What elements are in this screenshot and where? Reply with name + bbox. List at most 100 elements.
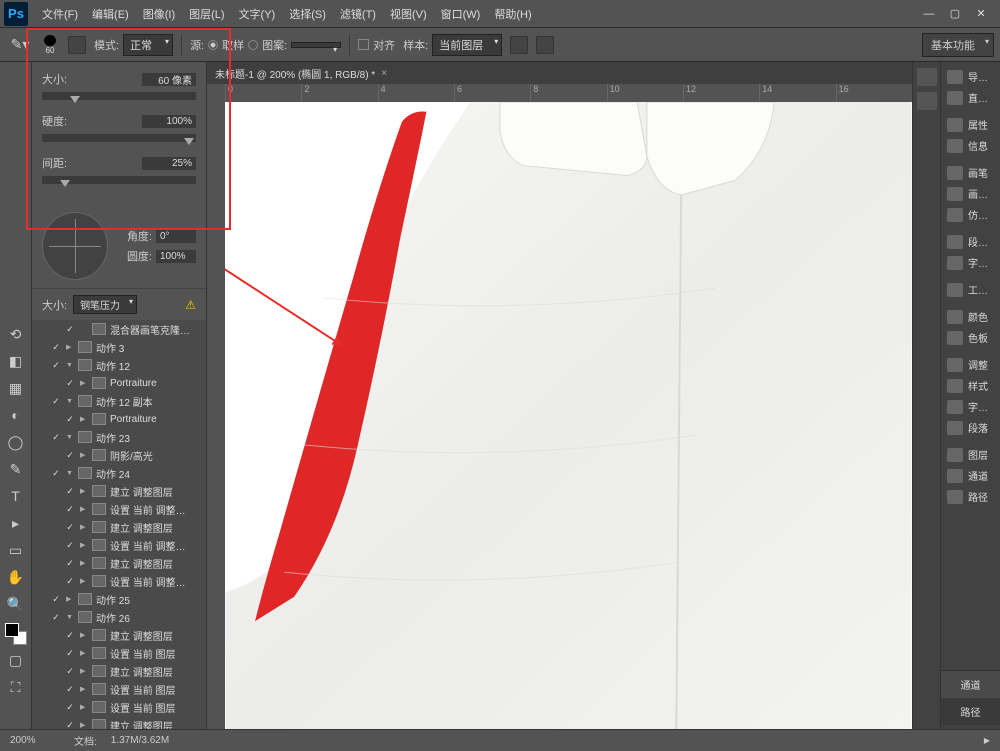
action-row[interactable]: ✓▼动作 24 xyxy=(32,464,206,482)
expand-icon[interactable]: ▶ xyxy=(66,343,74,351)
action-row[interactable]: ✓▶设置 当前 调整… xyxy=(32,572,206,590)
sampled-radio[interactable] xyxy=(208,40,218,50)
panel-button-char[interactable]: 字… xyxy=(941,252,1000,273)
panel-button-info[interactable]: 信息 xyxy=(941,135,1000,156)
expand-icon[interactable]: ▶ xyxy=(80,487,88,495)
action-row[interactable]: ✓▶阴影/高光 xyxy=(32,446,206,464)
screen-mode-icon[interactable]: ⛶ xyxy=(4,675,28,699)
sample-dropdown[interactable]: 当前图层 xyxy=(432,34,502,56)
visibility-toggle[interactable]: ✓ xyxy=(50,341,62,353)
minimize-button[interactable]: — xyxy=(922,7,936,21)
maximize-button[interactable]: ▢ xyxy=(948,7,962,21)
visibility-toggle[interactable]: ✓ xyxy=(64,683,76,695)
menu-item[interactable]: 文字(Y) xyxy=(233,2,282,26)
roundness-input[interactable] xyxy=(156,250,196,263)
expand-icon[interactable]: ▶ xyxy=(80,703,88,711)
blur-tool[interactable]: ◐ xyxy=(4,403,28,427)
status-flyout-icon[interactable]: ▶ xyxy=(984,736,990,745)
document-tab[interactable]: 未标题-1 @ 200% (椭圆 1, RGB/8) * × xyxy=(207,62,912,84)
action-row[interactable]: ✓▶建立 调整图层 xyxy=(32,626,206,644)
panel-button-swatch[interactable]: 色板 xyxy=(941,327,1000,348)
spacing-input[interactable] xyxy=(142,157,196,170)
menu-item[interactable]: 滤镜(T) xyxy=(334,2,382,26)
menu-item[interactable]: 窗口(W) xyxy=(435,2,487,26)
panel-button-color[interactable]: 颜色 xyxy=(941,306,1000,327)
action-row[interactable]: ✓▼动作 23 xyxy=(32,428,206,446)
visibility-toggle[interactable]: ✓ xyxy=(64,521,76,533)
action-row[interactable]: ✓▶设置 当前 调整… xyxy=(32,536,206,554)
panel-button-path[interactable]: 路径 xyxy=(941,486,1000,507)
expand-icon[interactable]: ▶ xyxy=(80,523,88,531)
pattern-radio[interactable] xyxy=(248,40,258,50)
pressure-opacity-icon[interactable] xyxy=(510,36,528,54)
panel-button-adj[interactable]: 调整 xyxy=(941,354,1000,375)
shape-tool[interactable]: ▭ xyxy=(4,538,28,562)
action-row[interactable]: ✓▶设置 当前 图层 xyxy=(32,698,206,716)
expand-icon[interactable]: ▶ xyxy=(80,415,88,423)
visibility-toggle[interactable]: ✓ xyxy=(64,323,76,335)
visibility-toggle[interactable]: ✓ xyxy=(64,539,76,551)
zoom-tool[interactable]: 🔍 xyxy=(4,592,28,616)
size-input[interactable] xyxy=(142,73,196,86)
quick-mask-icon[interactable]: ▢ xyxy=(4,648,28,672)
visibility-toggle[interactable]: ✓ xyxy=(50,467,62,479)
action-row[interactable]: ✓▼动作 26 xyxy=(32,608,206,626)
expand-icon[interactable]: ▶ xyxy=(80,541,88,549)
visibility-toggle[interactable]: ✓ xyxy=(50,395,62,407)
angle-picker[interactable] xyxy=(42,212,108,280)
zoom-level[interactable]: 200% xyxy=(10,735,60,746)
visibility-toggle[interactable]: ✓ xyxy=(50,359,62,371)
panel-button-para[interactable]: 段… xyxy=(941,231,1000,252)
expand-icon[interactable]: ▼ xyxy=(66,362,74,369)
expand-icon[interactable]: ▶ xyxy=(80,577,88,585)
expand-icon[interactable]: ▼ xyxy=(66,434,74,441)
foreground-color[interactable] xyxy=(5,623,19,637)
history-brush-tool[interactable]: ⟲ xyxy=(4,322,28,346)
expand-icon[interactable]: ▶ xyxy=(80,667,88,675)
action-row[interactable]: ✓▶建立 调整图层 xyxy=(32,662,206,680)
hardness-slider[interactable] xyxy=(42,134,196,142)
brush-preset-picker[interactable]: 60 xyxy=(40,35,60,55)
visibility-toggle[interactable]: ✓ xyxy=(64,377,76,389)
visibility-toggle[interactable]: ✓ xyxy=(50,431,62,443)
canvas[interactable] xyxy=(225,102,912,729)
angle-input[interactable] xyxy=(156,230,196,243)
expand-icon[interactable]: ▶ xyxy=(80,721,88,729)
panel-button-layer[interactable]: 图层 xyxy=(941,444,1000,465)
expand-icon[interactable]: ▶ xyxy=(66,595,74,603)
visibility-toggle[interactable]: ✓ xyxy=(64,647,76,659)
visibility-toggle[interactable]: ✓ xyxy=(64,449,76,461)
action-row[interactable]: ✓▶建立 调整图层 xyxy=(32,716,206,729)
action-row[interactable]: ✓▶设置 当前 图层 xyxy=(32,680,206,698)
panel-button-brush[interactable]: 画笔 xyxy=(941,162,1000,183)
action-row[interactable]: ✓▶Portraiture xyxy=(32,410,206,428)
menu-item[interactable]: 选择(S) xyxy=(283,2,332,26)
expand-icon[interactable]: ▶ xyxy=(80,631,88,639)
visibility-toggle[interactable]: ✓ xyxy=(64,719,76,729)
visibility-toggle[interactable]: ✓ xyxy=(64,701,76,713)
action-row[interactable]: ✓▶设置 当前 图层 xyxy=(32,644,206,662)
visibility-toggle[interactable]: ✓ xyxy=(64,629,76,641)
spacing-slider[interactable] xyxy=(42,176,196,184)
hand-tool[interactable]: ✋ xyxy=(4,565,28,589)
expand-icon[interactable]: ▼ xyxy=(66,398,74,405)
size-dyn-dropdown[interactable]: 钢笔压力 xyxy=(73,295,137,314)
expand-icon[interactable]: ▶ xyxy=(80,685,88,693)
panel-button-nav[interactable]: 导… xyxy=(941,66,1000,87)
visibility-toggle[interactable]: ✓ xyxy=(64,557,76,569)
color-swatch[interactable] xyxy=(5,623,27,645)
panel-button-charst[interactable]: 字… xyxy=(941,396,1000,417)
expand-icon[interactable]: ▶ xyxy=(80,649,88,657)
expand-icon[interactable]: ▼ xyxy=(66,614,74,621)
strip-icon[interactable] xyxy=(917,68,937,86)
pressure-size-icon[interactable] xyxy=(536,36,554,54)
panel-button-style[interactable]: 样式 xyxy=(941,375,1000,396)
panel-button-parast[interactable]: 段落 xyxy=(941,417,1000,438)
menu-item[interactable]: 图像(I) xyxy=(137,2,181,26)
panel-button-hist[interactable]: 直… xyxy=(941,87,1000,108)
action-row[interactable]: ✓混合器画笔克隆… xyxy=(32,320,206,338)
menu-item[interactable]: 编辑(E) xyxy=(86,2,135,26)
menu-item[interactable]: 图层(L) xyxy=(183,2,230,26)
mode-dropdown[interactable]: 正常 xyxy=(123,34,173,56)
visibility-toggle[interactable]: ✓ xyxy=(50,611,62,623)
